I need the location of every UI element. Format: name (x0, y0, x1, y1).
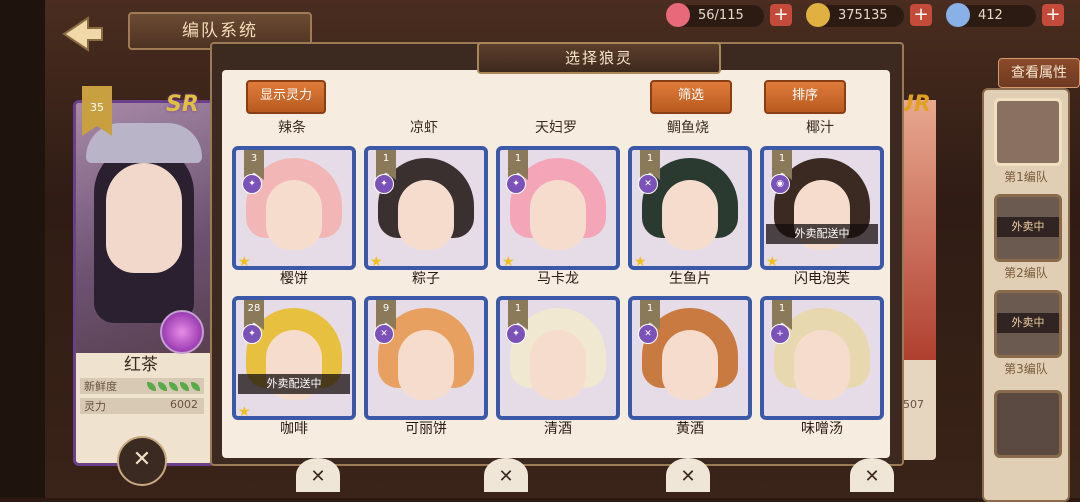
close-icon[interactable]: ✕ (850, 458, 894, 492)
element-icon: ✦ (374, 174, 394, 194)
spirit-portrait: 3 ✦ ★ (232, 146, 356, 270)
busy-badge: 外卖中 (997, 217, 1059, 237)
coin-counter: 375135 + (806, 3, 932, 27)
spirit-card[interactable]: 1 ✦ 清酒 (496, 296, 620, 437)
add-gems-button[interactable]: + (1042, 4, 1064, 26)
fork-knife-icon[interactable]: ✕ (117, 436, 167, 486)
view-attributes-button[interactable]: 查看属性 (998, 58, 1080, 88)
spirit-portrait: 1 ✕ (628, 296, 752, 420)
face-shape (266, 180, 322, 250)
team-slot-1[interactable] (994, 98, 1062, 166)
show-spirit-button[interactable]: 显示灵力 (246, 80, 326, 114)
spirit-card[interactable]: 1 ✕ ★ 生鱼片 (628, 146, 752, 287)
busy-badge: 外卖中 (997, 313, 1059, 333)
filter-button[interactable]: 筛选 (650, 80, 732, 114)
spirit-name: 马卡龙 (537, 271, 579, 287)
delivering-badge: 外卖配送中 (238, 374, 350, 394)
team-slot-2[interactable]: 外卖中 (994, 194, 1062, 262)
spirit-name: 黄酒 (676, 421, 704, 437)
row-name: 椰汁 (806, 120, 834, 136)
spirit-name: 闪电泡芙 (794, 271, 850, 287)
spirit-portrait: 9 ✕ (364, 296, 488, 420)
spirit-portrait: 1 ✕ ★ (628, 146, 752, 270)
spirit-card[interactable]: 1 ✦ ★ 粽子 (364, 146, 488, 287)
add-stamina-button[interactable]: + (770, 4, 792, 26)
spirit-name: 红茶 (124, 355, 158, 375)
face-shape (530, 330, 586, 400)
modal-title: 选择狼灵 (477, 42, 721, 74)
face-shape (398, 180, 454, 250)
freshness-row: 新鲜度 (80, 378, 204, 394)
spirit-portrait: 1 ✦ ★ (364, 146, 488, 270)
close-icon[interactable]: ✕ (484, 458, 528, 492)
face-shape (662, 180, 718, 250)
element-icon: ◉ (770, 174, 790, 194)
element-icon: ✦ (242, 174, 262, 194)
spirit-name: 生鱼片 (669, 271, 711, 287)
row-name: 鲷鱼烧 (667, 120, 709, 136)
spirit-portrait: 1 ◉ ★ 外卖配送中 (760, 146, 884, 270)
element-icon: ✕ (638, 174, 658, 194)
spirit-card[interactable]: 1 + 味噌汤 (760, 296, 884, 437)
back-arrow-icon[interactable] (58, 14, 106, 54)
team-slot-4[interactable] (994, 390, 1062, 458)
team-label: 第2编队 (1004, 266, 1048, 280)
spirit-card[interactable]: 1 ✕ 黄酒 (628, 296, 752, 437)
stamina-counter: 56/115 + (666, 3, 792, 27)
face-shape (106, 163, 182, 273)
team-list: 第1编队 外卖中 第2编队 外卖中 第3编队 (982, 88, 1070, 502)
spirit-card[interactable]: 28 ✦ ★ 外卖配送中 咖啡 (232, 296, 356, 437)
heart-icon (666, 3, 690, 27)
row-name: 天妇罗 (535, 120, 577, 136)
rank-level: 35 (90, 101, 104, 114)
face-shape (530, 180, 586, 250)
crystal-icon (946, 3, 970, 27)
element-icon: ✕ (374, 324, 394, 344)
row-name: 凉虾 (410, 120, 438, 136)
spirit-name: 可丽饼 (405, 421, 447, 437)
close-icon[interactable]: ✕ (666, 458, 710, 492)
spirit-name: 粽子 (412, 271, 440, 287)
element-icon: + (770, 324, 790, 344)
face-shape (398, 330, 454, 400)
spirit-card[interactable]: 1 ✦ ★ 马卡龙 (496, 146, 620, 287)
skill-orb-icon[interactable] (160, 310, 204, 354)
spirit-name: 咖啡 (280, 421, 308, 437)
spirit-portrait: 1 ✦ ★ (496, 146, 620, 270)
spirit-card[interactable]: 1 ◉ ★ 外卖配送中 闪电泡芙 (760, 146, 884, 287)
element-icon: ✦ (506, 324, 526, 344)
leaf-icons (145, 381, 200, 394)
element-icon: ✕ (638, 324, 658, 344)
spirit-power-row: 灵力 6002 (80, 398, 204, 414)
gem-counter: 412 + (946, 3, 1064, 27)
spirit-name: 味噌汤 (801, 421, 843, 437)
spirit-portrait: 1 + (760, 296, 884, 420)
row-name: 辣条 (278, 120, 306, 136)
team-slot-3[interactable]: 外卖中 (994, 290, 1062, 358)
spirit-name: 樱饼 (280, 271, 308, 287)
close-icon[interactable]: ✕ (296, 458, 340, 492)
sort-button[interactable]: 排序 (764, 80, 846, 114)
face-shape (662, 330, 718, 400)
delivering-badge: 外卖配送中 (766, 224, 878, 244)
spirit-name: 清酒 (544, 421, 572, 437)
element-icon: ✦ (506, 174, 526, 194)
element-icon: ✦ (242, 324, 262, 344)
team-label: 第3编队 (1004, 362, 1048, 376)
spirit-portrait: 28 ✦ ★ 外卖配送中 (232, 296, 356, 420)
spirit-card[interactable]: 9 ✕ 可丽饼 (364, 296, 488, 437)
face-shape (794, 330, 850, 400)
rarity-badge: SR (166, 92, 199, 117)
left-edge (0, 0, 45, 498)
team-label: 第1编队 (1004, 170, 1048, 184)
add-coins-button[interactable]: + (910, 4, 932, 26)
spirit-card[interactable]: 3 ✦ ★ 樱饼 (232, 146, 356, 287)
spirit-portrait: 1 ✦ (496, 296, 620, 420)
coin-icon (806, 3, 830, 27)
